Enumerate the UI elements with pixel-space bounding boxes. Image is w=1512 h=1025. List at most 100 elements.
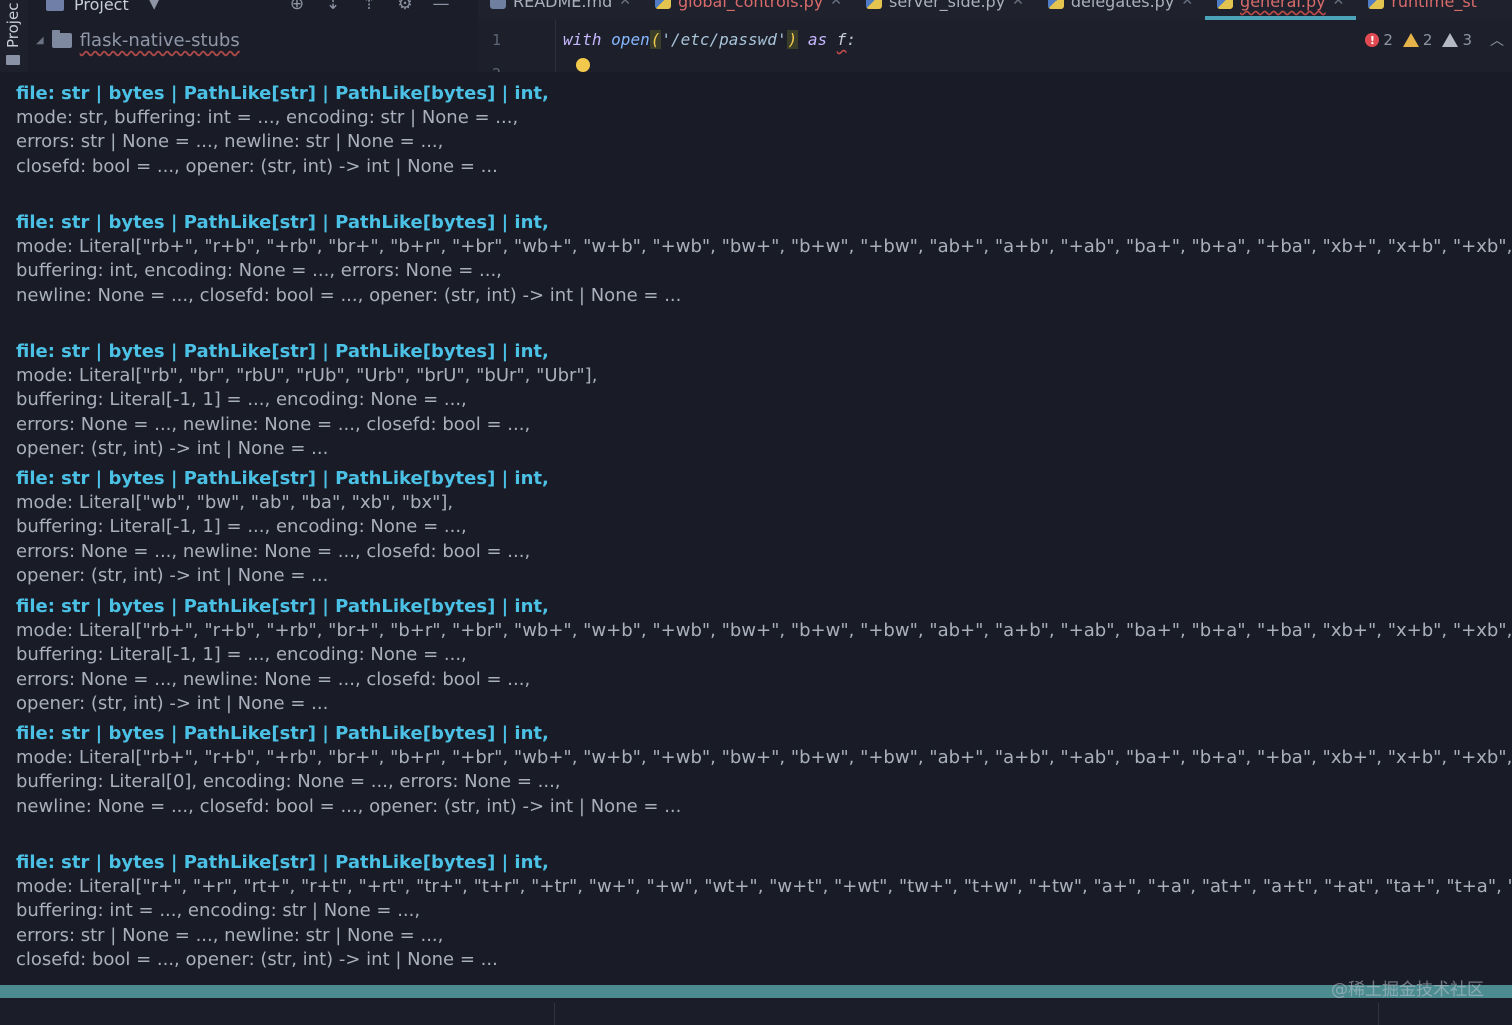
gear-icon[interactable]: ⚙ xyxy=(394,0,416,15)
chevron-down-icon[interactable]: ▼ xyxy=(149,0,160,12)
signature-overload: file: str | bytes | PathLike[str] | Path… xyxy=(16,467,549,588)
project-panel-title[interactable]: Project xyxy=(74,0,129,14)
signature-line: errors: str | None = ..., newline: str |… xyxy=(16,924,444,946)
line-number-gutter: 1 2 xyxy=(478,20,556,83)
chevron-up-icon[interactable]: ︿ xyxy=(1490,30,1504,50)
keyword-with: with xyxy=(563,30,602,49)
warning-icon xyxy=(1402,33,1419,47)
collapse-all-icon[interactable]: ⇡ xyxy=(358,0,380,15)
tab-delegates[interactable]: delegates.py ✕ xyxy=(1036,0,1205,20)
error-count: 2 xyxy=(1383,31,1393,49)
colon: : xyxy=(846,30,857,49)
signature-line: newline: None = ..., closefd: bool = ...… xyxy=(16,795,682,817)
project-panel-header: Project ▼ ⊕ ⇣ ⇡ ⚙ — ◢ flask-native-stubs xyxy=(28,0,478,72)
python-file-icon xyxy=(1368,0,1385,9)
close-icon[interactable]: ✕ xyxy=(830,0,842,8)
warning-count: 2 xyxy=(1422,31,1433,49)
error-count-badge[interactable]: ! 2 xyxy=(1365,31,1393,49)
signature-head: file: str | bytes | PathLike[str] | Path… xyxy=(16,852,549,873)
signature-line: opener: (str, int) -> int | None = ... xyxy=(16,564,329,586)
code-editor[interactable]: 1 2 with open('/etc/passwd') as f: ! 2 2… xyxy=(478,20,1512,83)
signature-head: file: str | bytes | PathLike[str] | Path… xyxy=(16,83,549,104)
tab-label: delegates.py xyxy=(1070,0,1175,11)
signature-line: buffering: Literal[-1, 1] = ..., encodin… xyxy=(16,389,467,411)
signature-overload: file: str | bytes | PathLike[str] | Path… xyxy=(16,340,597,461)
signature-line: buffering: Literal[-1, 1] = ..., encodin… xyxy=(16,516,467,538)
signature-line: mode: Literal["wb", "bw", "ab", "ba", "x… xyxy=(16,492,454,514)
project-tool-window-button[interactable]: Projec xyxy=(4,0,22,48)
locate-file-icon[interactable]: ⊕ xyxy=(286,0,308,15)
signature-line: errors: None = ..., newline: None = ...,… xyxy=(16,413,531,435)
signature-line: mode: Literal["rb+", "r+b", "+rb", "br+"… xyxy=(16,236,1512,258)
tab-label: README.md xyxy=(513,0,613,11)
weak-warning-count-badge[interactable]: 3 xyxy=(1442,31,1472,49)
line-number: 1 xyxy=(492,31,502,49)
signature-overload: file: str | bytes | PathLike[str] | Path… xyxy=(16,211,1512,308)
signature-line: buffering: int = ..., encoding: str | No… xyxy=(16,900,421,922)
function-open: open xyxy=(611,30,650,49)
signature-line: mode: Literal["r+", "+r", "rt+", "r+t", … xyxy=(16,876,1512,898)
signature-head: file: str | bytes | PathLike[str] | Path… xyxy=(16,596,549,617)
signature-line: errors: str | None = ..., newline: str |… xyxy=(16,131,444,153)
warning-count-badge[interactable]: 2 xyxy=(1402,31,1433,49)
markdown-file-icon xyxy=(490,0,506,9)
python-file-icon xyxy=(1217,0,1234,9)
tab-label: global_controls.py xyxy=(677,0,824,11)
horizontal-scrollbar[interactable] xyxy=(0,985,1512,998)
signature-line: errors: None = ..., newline: None = ...,… xyxy=(16,668,531,690)
editor-tab-bar: README.md ✕ global_controls.py ✕ server_… xyxy=(478,0,1512,20)
open-paren: ( xyxy=(649,30,662,49)
python-file-icon xyxy=(866,0,883,9)
signature-head: file: str | bytes | PathLike[str] | Path… xyxy=(16,212,549,233)
close-icon[interactable]: ✕ xyxy=(1012,0,1024,8)
expand-all-icon[interactable]: ⇣ xyxy=(322,0,344,15)
tab-general[interactable]: general.py ✕ xyxy=(1205,0,1357,20)
signature-line: closefd: bool = ..., opener: (str, int) … xyxy=(16,948,498,970)
close-paren: ) xyxy=(786,30,799,49)
divider xyxy=(1378,1003,1379,1025)
parameter-info-popup: file: str | bytes | PathLike[str] | Path… xyxy=(0,72,1512,985)
signature-overload: file: str | bytes | PathLike[str] | Path… xyxy=(16,722,1512,819)
signature-line: mode: Literal["rb", "br", "rbU", "rUb", … xyxy=(16,365,598,387)
python-file-icon xyxy=(654,0,671,9)
tab-label: general.py xyxy=(1240,0,1326,11)
hide-panel-icon[interactable]: — xyxy=(430,0,452,15)
close-icon[interactable]: ✕ xyxy=(1333,0,1345,8)
tree-expand-arrow-icon[interactable]: ◢ xyxy=(36,35,44,46)
signature-overload: file: str | bytes | PathLike[str] | Path… xyxy=(16,595,1512,716)
editor-bottom-area xyxy=(0,998,1512,1025)
string-literal: '/etc/passwd' xyxy=(661,30,787,49)
tab-label: runtime_st xyxy=(1391,0,1477,11)
signature-overload: file: str | bytes | PathLike[str] | Path… xyxy=(16,851,1512,972)
error-icon: ! xyxy=(1365,33,1380,47)
tab-server-side[interactable]: server_side.py ✕ xyxy=(854,0,1036,20)
code-line[interactable]: with open('/etc/passwd') as f: xyxy=(563,30,856,49)
signature-line: mode: str, buffering: int = ..., encodin… xyxy=(16,107,519,129)
signature-line: buffering: Literal[0], encoding: None = … xyxy=(16,771,561,793)
weak-warning-count: 3 xyxy=(1462,31,1472,49)
lightbulb-icon[interactable] xyxy=(576,58,590,72)
folder-icon xyxy=(51,30,72,48)
signature-line: buffering: int, encoding: None = ..., er… xyxy=(16,260,502,282)
signature-overload: file: str | bytes | PathLike[str] | Path… xyxy=(16,82,549,179)
tab-label: server_side.py xyxy=(889,0,1006,11)
tab-readme[interactable]: README.md ✕ xyxy=(478,0,643,20)
signature-line: opener: (str, int) -> int | None = ... xyxy=(16,437,329,459)
signature-line: errors: None = ..., newline: None = ...,… xyxy=(16,540,531,562)
inspection-widget[interactable]: ! 2 2 3 ︿ xyxy=(1365,30,1512,50)
signature-head: file: str | bytes | PathLike[str] | Path… xyxy=(16,341,549,362)
close-icon[interactable]: ✕ xyxy=(619,0,631,8)
signature-line: buffering: Literal[-1, 1] = ..., encodin… xyxy=(16,644,467,666)
folder-icon xyxy=(6,55,20,65)
tab-runtime[interactable]: runtime_st xyxy=(1356,0,1489,20)
project-view-icon xyxy=(46,0,64,11)
project-root-folder[interactable]: flask-native-stubs xyxy=(80,30,240,51)
signature-line: closefd: bool = ..., opener: (str, int) … xyxy=(16,155,498,177)
tab-global-controls[interactable]: global_controls.py ✕ xyxy=(643,0,854,20)
close-icon[interactable]: ✕ xyxy=(1181,0,1193,8)
signature-line: newline: None = ..., closefd: bool = ...… xyxy=(16,284,682,306)
signature-head: file: str | bytes | PathLike[str] | Path… xyxy=(16,723,549,744)
keyword-as: as xyxy=(807,30,828,49)
signature-line: mode: Literal["rb+", "r+b", "+rb", "br+"… xyxy=(16,620,1512,642)
python-file-icon xyxy=(1047,0,1064,9)
